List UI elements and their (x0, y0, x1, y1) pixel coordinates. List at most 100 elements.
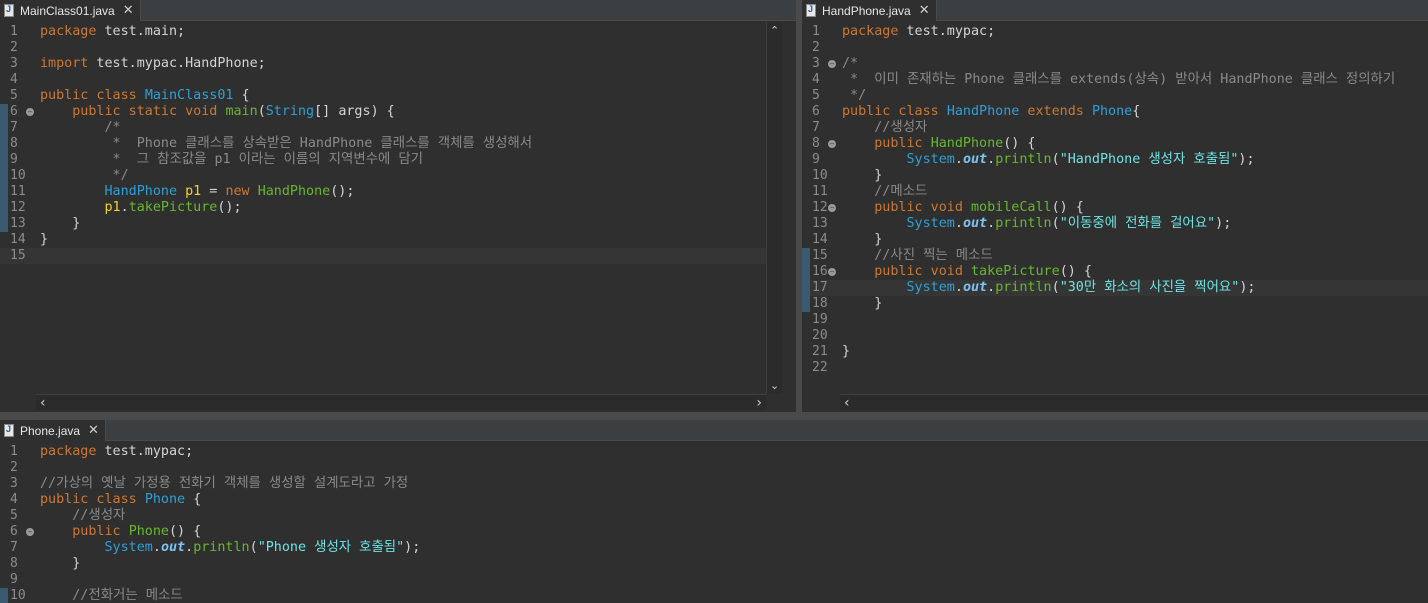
code-line[interactable]: 2 (802, 40, 1428, 56)
code-text: System.out.println("30만 화소의 사진을 찍어요"); (842, 280, 1256, 296)
code-line[interactable]: 14} (0, 232, 766, 248)
tab-phone[interactable]: Phone.java ✕ (0, 420, 106, 441)
code-line[interactable]: 7 System.out.println("Phone 생성자 호출됨"); (0, 540, 1428, 556)
code-token: "30만 화소의 사진을 찍어요" (1059, 280, 1240, 295)
code-line[interactable]: 12− public void mobileCall() { (802, 200, 1428, 216)
code-line[interactable]: 15 (0, 248, 766, 264)
code-line[interactable]: 8 * Phone 클래스를 상속받은 HandPhone 클래스를 객체를 생… (0, 136, 766, 152)
scroll-left-icon[interactable]: ‹ (844, 395, 850, 411)
code-line[interactable]: 8 } (0, 556, 1428, 572)
code-line[interactable]: 4 public class Phone { (0, 492, 1428, 508)
code-line[interactable]: 3−/* (802, 56, 1428, 72)
code-line[interactable]: 11 //메소드 (802, 184, 1428, 200)
code-editor[interactable]: 1 package test.mypac; 2 3−/* 4 * 이미 존재하는 Pho… (802, 22, 1428, 394)
fold-toggle-icon[interactable]: − (26, 528, 34, 536)
code-text: } (842, 344, 850, 360)
code-token: . (954, 152, 963, 167)
line-number: 4 (10, 492, 18, 507)
tab-mainclass01[interactable]: MainClass01.java ✕ (0, 0, 141, 21)
scroll-left-icon[interactable]: ‹ (40, 395, 46, 411)
horizontal-splitter[interactable] (0, 412, 1428, 420)
code-line[interactable]: 9 (0, 572, 1428, 588)
line-number: 1 (812, 24, 820, 39)
line-gutter: 7 (0, 540, 34, 556)
fold-toggle-icon[interactable]: − (828, 268, 836, 276)
scroll-down-icon[interactable]: ⌄ (770, 379, 779, 392)
java-file-icon (4, 4, 14, 17)
code-line[interactable]: 7 //생성자 (802, 120, 1428, 136)
change-marker (802, 248, 810, 264)
code-line[interactable]: 7 /* (0, 120, 766, 136)
scroll-up-icon[interactable]: ⌃ (770, 24, 779, 37)
line-gutter: 8− (802, 136, 836, 152)
line-gutter: 7 (802, 120, 836, 136)
code-line[interactable]: 1 package test.mypac; (802, 24, 1428, 40)
code-line[interactable]: 1 package test.main; (0, 24, 766, 40)
code-line[interactable]: 5 public class MainClass01 { (0, 88, 766, 104)
code-line[interactable]: 11 HandPhone p1 = new HandPhone(); (0, 184, 766, 200)
horizontal-scrollbar[interactable]: ‹ (840, 394, 1428, 411)
code-line[interactable]: 6− public Phone() { (0, 524, 1428, 540)
tab-handphone[interactable]: HandPhone.java ✕ (802, 0, 937, 21)
code-line[interactable]: 10 } (802, 168, 1428, 184)
code-line[interactable]: 3 import test.mypac.HandPhone; (0, 56, 766, 72)
close-icon[interactable]: ✕ (123, 3, 134, 18)
line-number: 8 (812, 136, 820, 151)
code-line[interactable]: 1 package test.mypac; (0, 444, 1428, 460)
code-line[interactable]: 4 * 이미 존재하는 Phone 클래스를 extends(상속) 받아서 H… (802, 72, 1428, 88)
code-token: println (193, 540, 250, 555)
code-line[interactable]: 15 //사진 찍는 메소드 (802, 248, 1428, 264)
change-marker (0, 152, 8, 168)
scroll-right-icon[interactable]: › (756, 395, 762, 411)
line-number: 2 (10, 460, 18, 475)
code-line[interactable]: 2 (0, 40, 766, 56)
code-token: import (40, 56, 89, 71)
code-line[interactable]: 4 (0, 72, 766, 88)
code-line[interactable]: 6− public static void main(String[] args… (0, 104, 766, 120)
fold-toggle-icon[interactable]: − (828, 204, 836, 212)
code-line[interactable]: 10 */ (0, 168, 766, 184)
code-line[interactable]: 9 System.out.println("HandPhone 생성자 호출됨"… (802, 152, 1428, 168)
close-icon[interactable]: ✕ (88, 423, 99, 438)
code-line[interactable]: 18 } (802, 296, 1428, 312)
code-line[interactable]: 22 (802, 360, 1428, 376)
code-line[interactable]: 16− public void takePicture() { (802, 264, 1428, 280)
line-number: 13 (812, 216, 828, 231)
code-line[interactable]: 9 * 그 참조값을 p1 이라는 이름의 지역변수에 담기 (0, 152, 766, 168)
code-line[interactable]: 5 //생성자 (0, 508, 1428, 524)
code-line[interactable]: 2 (0, 460, 1428, 476)
code-token: public class (40, 492, 145, 507)
code-text: /* (842, 56, 858, 72)
horizontal-scrollbar[interactable]: ‹ › (36, 394, 766, 411)
code-line[interactable]: 10 //전화거는 메소드 (0, 588, 1428, 603)
code-editor[interactable]: 1 package test.mypac; 2 3 //가상의 옛날 가정용 전화기 객… (0, 442, 1428, 603)
code-editor[interactable]: 1 package test.main; 2 3 import test.mypac.H… (0, 22, 766, 394)
code-line[interactable]: 13 System.out.println("이동중에 전화를 걸어요"); (802, 216, 1428, 232)
code-token: out (160, 540, 186, 555)
change-marker (0, 168, 8, 184)
code-line[interactable]: 12 p1.takePicture(); (0, 200, 766, 216)
code-line[interactable]: 20 (802, 328, 1428, 344)
line-number: 1 (10, 24, 18, 39)
line-number: 9 (812, 152, 820, 167)
code-token: test.mypac; (96, 444, 194, 459)
code-line[interactable]: 13 } (0, 216, 766, 232)
fold-toggle-icon[interactable]: − (828, 140, 836, 148)
code-line[interactable]: 5 */ (802, 88, 1428, 104)
code-line[interactable]: 14 } (802, 232, 1428, 248)
close-icon[interactable]: ✕ (919, 3, 930, 18)
line-gutter: 2 (0, 460, 34, 476)
code-token: () { (1051, 200, 1084, 215)
vertical-scrollbar[interactable]: ⌃ ⌄ (766, 22, 782, 394)
code-line[interactable]: 8− public HandPhone() { (802, 136, 1428, 152)
code-line[interactable]: 17 System.out.println("30만 화소의 사진을 찍어요")… (802, 280, 1428, 296)
fold-toggle-icon[interactable]: − (26, 108, 34, 116)
code-line[interactable]: 21} (802, 344, 1428, 360)
fold-toggle-icon[interactable]: − (828, 60, 836, 68)
code-line[interactable]: 6 public class HandPhone extends Phone{ (802, 104, 1428, 120)
code-line[interactable]: 3 //가상의 옛날 가정용 전화기 객체를 생성할 설계도라고 가정 (0, 476, 1428, 492)
code-line[interactable]: 19 (802, 312, 1428, 328)
tab-label: MainClass01.java (20, 3, 115, 18)
